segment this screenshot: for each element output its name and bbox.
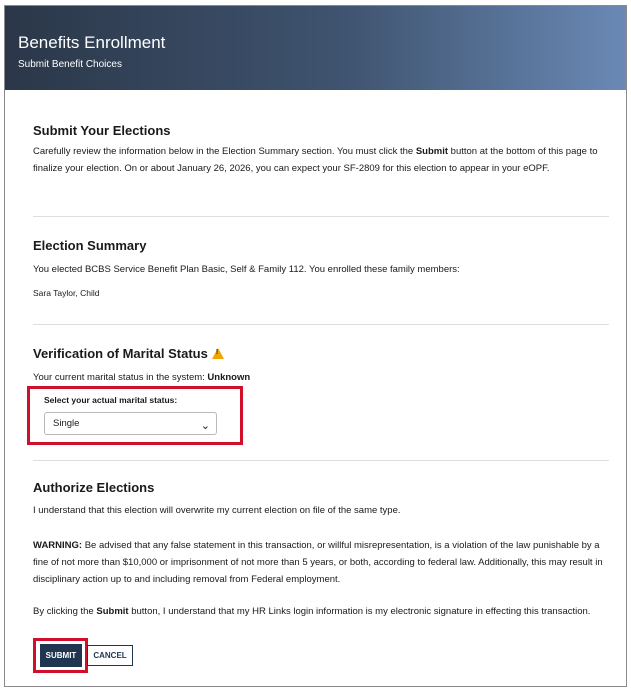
divider <box>33 460 609 461</box>
warning-label: WARNING: <box>33 540 83 551</box>
chevron-down-icon: ⌄ <box>200 420 210 432</box>
signature-text: By clicking the Submit button, I underst… <box>33 603 609 620</box>
signature-text-bold: Submit <box>96 606 129 617</box>
enrollment-window: Benefits Enrollment Submit Benefit Choic… <box>4 5 627 687</box>
signature-text-end: button, I understand that my HR Links lo… <box>128 606 591 617</box>
divider <box>33 216 609 217</box>
page-subtitle: Submit Benefit Choices <box>18 59 122 70</box>
marital-status-heading: Verification of Marital Status <box>33 346 224 361</box>
signature-text-start: By clicking the <box>33 606 97 617</box>
submit-button[interactable]: SUBMIT <box>40 644 82 667</box>
current-marital-status: Your current marital status in the syste… <box>33 369 609 386</box>
marital-status-value: Unknown <box>207 372 251 383</box>
election-summary-heading: Election Summary <box>33 238 147 253</box>
authorize-overwrite-text: I understand that this election will ove… <box>33 505 401 516</box>
election-summary-text: You elected BCBS Service Benefit Plan Ba… <box>33 264 460 275</box>
cancel-button[interactable]: CANCEL <box>87 645 133 666</box>
family-member: Sara Taylor, Child <box>33 288 100 298</box>
warning-icon <box>211 348 224 359</box>
authorize-elections-heading: Authorize Elections <box>33 480 155 495</box>
marital-status-label: Your current marital status in the syste… <box>33 372 208 383</box>
page-header: Benefits Enrollment Submit Benefit Choic… <box>5 6 626 90</box>
submit-instructions-text: Carefully review the information below i… <box>33 146 416 157</box>
warning-body: Be advised that any false statement in t… <box>33 540 603 585</box>
marital-status-heading-text: Verification of Marital Status <box>33 346 208 361</box>
marital-status-select[interactable]: Single ⌄ <box>44 412 217 435</box>
submit-instructions: Carefully review the information below i… <box>33 143 609 177</box>
page-title: Benefits Enrollment <box>18 33 166 52</box>
submit-elections-heading: Submit Your Elections <box>33 123 171 138</box>
submit-instructions-bold: Submit <box>415 146 449 157</box>
divider <box>33 324 609 325</box>
marital-status-selected-value: Single <box>53 418 80 429</box>
warning-text: WARNING: Be advised that any false state… <box>33 537 609 588</box>
marital-select-label: Select your actual marital status: <box>44 395 178 405</box>
